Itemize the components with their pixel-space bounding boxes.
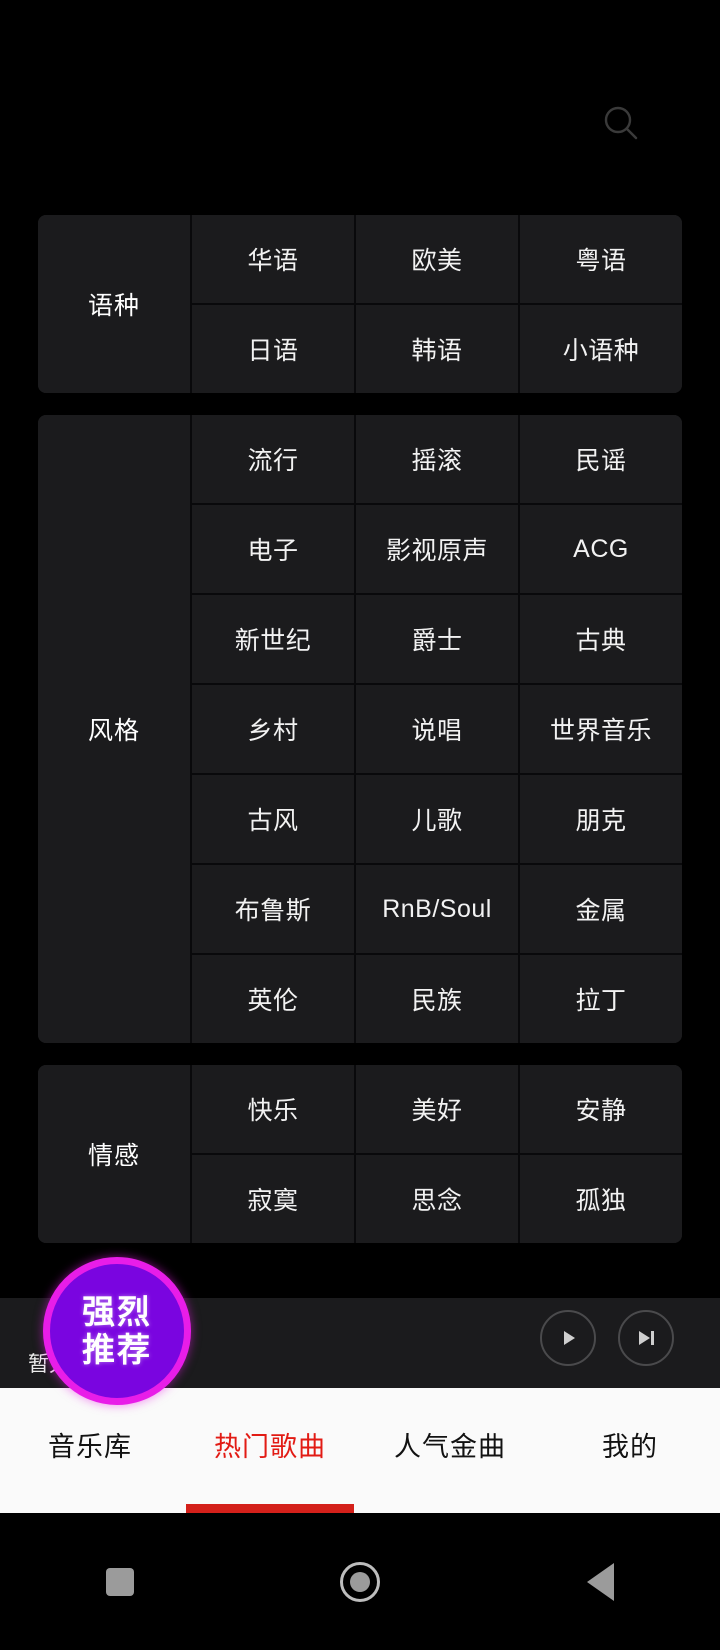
category-item[interactable]: 布鲁斯 xyxy=(192,865,354,953)
back-button[interactable] xyxy=(480,1562,720,1601)
category-grid: 流行 摇滚 民谣 电子 影视原声 ACG 新世纪 爵士 古典 乡村 说唱 世界音… xyxy=(190,415,682,1043)
category-item[interactable]: 民族 xyxy=(354,955,518,1043)
category-item[interactable]: 韩语 xyxy=(354,305,518,393)
tab-label: 热门歌曲 xyxy=(214,1432,326,1462)
category-item[interactable]: 孤独 xyxy=(518,1155,682,1243)
category-label: 语种 xyxy=(38,215,190,393)
category-item[interactable]: 影视原声 xyxy=(354,505,518,593)
tab-label: 人气金曲 xyxy=(394,1432,506,1462)
search-icon xyxy=(600,103,642,145)
category-item[interactable]: 美好 xyxy=(354,1065,518,1153)
category-item[interactable]: 安静 xyxy=(518,1065,682,1153)
category-label: 风格 xyxy=(38,415,190,1043)
category-row: 电子 影视原声 ACG xyxy=(192,503,682,593)
category-item[interactable]: 古典 xyxy=(518,595,682,683)
category-item[interactable]: 日语 xyxy=(192,305,354,393)
category-item[interactable]: 说唱 xyxy=(354,685,518,773)
category-item[interactable]: 儿歌 xyxy=(354,775,518,863)
tab-popular-hits[interactable]: 人气金曲 xyxy=(360,1388,540,1513)
category-card-language: 语种 华语 欧美 粤语 日语 韩语 小语种 xyxy=(38,215,682,393)
category-item[interactable]: 爵士 xyxy=(354,595,518,683)
play-icon xyxy=(556,1326,580,1350)
category-item[interactable]: ACG xyxy=(518,505,682,593)
tab-label: 音乐库 xyxy=(48,1432,132,1462)
app-screen: 语种 华语 欧美 粤语 日语 韩语 小语种 风格 流行 摇滚 民谣 电子 影视原… xyxy=(0,0,720,1650)
tab-mine[interactable]: 我的 xyxy=(540,1388,720,1513)
category-row: 华语 欧美 粤语 xyxy=(192,215,682,303)
bottom-tab-bar: 音乐库 热门歌曲 人气金曲 我的 xyxy=(0,1388,720,1513)
tab-label: 我的 xyxy=(602,1432,658,1462)
category-item[interactable]: 电子 xyxy=(192,505,354,593)
top-bar xyxy=(0,0,720,215)
category-item[interactable]: 欧美 xyxy=(354,215,518,303)
category-row: 日语 韩语 小语种 xyxy=(192,303,682,393)
next-track-icon xyxy=(634,1326,658,1350)
recents-button[interactable] xyxy=(0,1567,240,1596)
play-button[interactable] xyxy=(540,1310,596,1366)
category-grid: 华语 欧美 粤语 日语 韩语 小语种 xyxy=(190,215,682,393)
player-controls xyxy=(540,1310,674,1366)
category-item[interactable]: 流行 xyxy=(192,415,354,503)
android-nav-bar xyxy=(0,1513,720,1650)
category-item[interactable]: 粤语 xyxy=(518,215,682,303)
recents-square-icon xyxy=(106,1567,134,1596)
category-item[interactable]: 民谣 xyxy=(518,415,682,503)
recommend-sticker-badge[interactable]: 强烈 推荐 xyxy=(43,1257,191,1405)
back-triangle-icon xyxy=(586,1562,614,1601)
category-item[interactable]: 朋克 xyxy=(518,775,682,863)
category-item[interactable]: 快乐 xyxy=(192,1065,354,1153)
category-card-style: 风格 流行 摇滚 民谣 电子 影视原声 ACG 新世纪 爵士 古典 乡村 说唱 … xyxy=(38,415,682,1043)
sticker-line-1: 强烈 xyxy=(82,1293,152,1331)
category-item[interactable]: RnB/Soul xyxy=(354,865,518,953)
category-item[interactable]: 英伦 xyxy=(192,955,354,1043)
home-button[interactable] xyxy=(240,1561,480,1602)
tab-music-library[interactable]: 音乐库 xyxy=(0,1388,180,1513)
category-row: 新世纪 爵士 古典 xyxy=(192,593,682,683)
category-card-mood: 情感 快乐 美好 安静 寂寞 思念 孤独 xyxy=(38,1065,682,1243)
category-item[interactable]: 摇滚 xyxy=(354,415,518,503)
category-item[interactable]: 小语种 xyxy=(518,305,682,393)
category-row: 布鲁斯 RnB/Soul 金属 xyxy=(192,863,682,953)
search-button[interactable] xyxy=(598,101,644,147)
category-label: 情感 xyxy=(38,1065,190,1243)
category-grid: 快乐 美好 安静 寂寞 思念 孤独 xyxy=(190,1065,682,1243)
category-item[interactable]: 华语 xyxy=(192,215,354,303)
next-track-button[interactable] xyxy=(618,1310,674,1366)
home-circle-icon xyxy=(340,1561,380,1602)
category-row: 寂寞 思念 孤独 xyxy=(192,1153,682,1243)
tab-hot-songs[interactable]: 热门歌曲 xyxy=(180,1388,360,1513)
category-row: 古风 儿歌 朋克 xyxy=(192,773,682,863)
category-item[interactable]: 思念 xyxy=(354,1155,518,1243)
category-scroll-area[interactable]: 语种 华语 欧美 粤语 日语 韩语 小语种 风格 流行 摇滚 民谣 电子 影视原… xyxy=(0,215,720,1305)
sticker-line-2: 推荐 xyxy=(82,1331,152,1368)
category-row: 乡村 说唱 世界音乐 xyxy=(192,683,682,773)
category-item[interactable]: 世界音乐 xyxy=(518,685,682,773)
tab-underline xyxy=(186,1504,354,1513)
category-row: 英伦 民族 拉丁 xyxy=(192,953,682,1043)
category-row: 流行 摇滚 民谣 xyxy=(192,415,682,503)
category-row: 快乐 美好 安静 xyxy=(192,1065,682,1153)
category-item[interactable]: 金属 xyxy=(518,865,682,953)
category-item[interactable]: 乡村 xyxy=(192,685,354,773)
category-item[interactable]: 拉丁 xyxy=(518,955,682,1043)
category-item[interactable]: 寂寞 xyxy=(192,1155,354,1243)
category-item[interactable]: 新世纪 xyxy=(192,595,354,683)
category-item[interactable]: 古风 xyxy=(192,775,354,863)
